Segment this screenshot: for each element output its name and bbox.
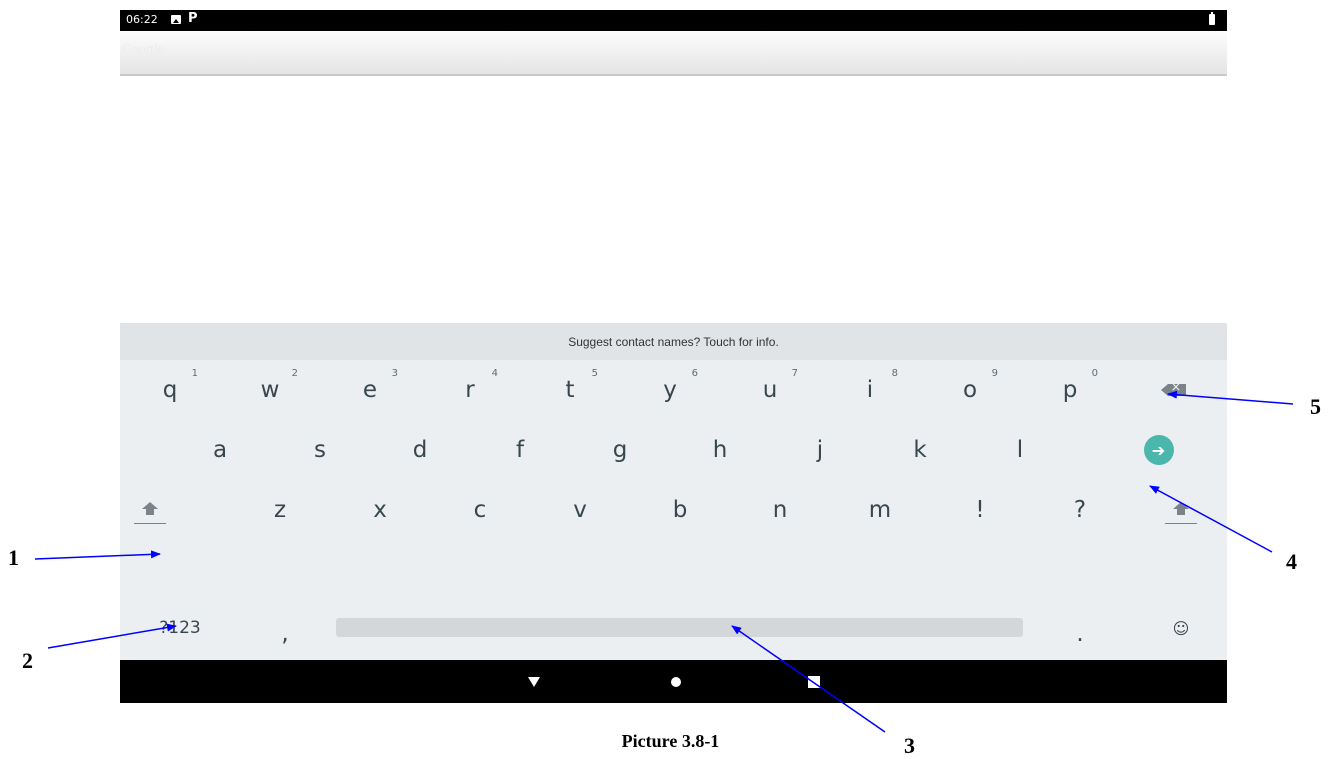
key-f[interactable]: f [470,420,570,480]
key-j[interactable]: j [770,420,870,480]
key-l[interactable]: l [970,420,1070,480]
go-key[interactable]: ➔ [1090,420,1227,480]
callout-5: 5 [1310,394,1321,419]
home-icon[interactable] [664,660,688,703]
space-bar[interactable] [336,618,1023,637]
key-p[interactable]: p0 [1020,360,1120,420]
app-bar: Google [120,31,1227,76]
shift-key-right[interactable] [1150,480,1212,540]
key-g[interactable]: g [570,420,670,480]
p-notification-icon: P [188,11,198,26]
key-c[interactable]: c [430,480,530,540]
callout-1: 1 [8,545,19,570]
key-v[interactable]: v [530,480,630,540]
key-d[interactable]: d [370,420,470,480]
key-h[interactable]: h [670,420,770,480]
emoji-icon: ☺ [1172,618,1190,638]
callout-4: 4 [1286,549,1297,574]
key-b[interactable]: b [630,480,730,540]
shift-icon [1173,501,1189,515]
callout-2: 2 [22,648,33,673]
key-period[interactable]: . [1030,604,1130,664]
key-r[interactable]: r4 [420,360,520,420]
symbols-key[interactable]: ?123 [140,598,220,658]
key-t[interactable]: t5 [520,360,620,420]
key-i[interactable]: i8 [820,360,920,420]
backspace-icon [1160,380,1186,396]
key-q[interactable]: q1 [120,360,220,420]
key-x[interactable]: x [330,480,430,540]
key-comma[interactable]: , [235,604,335,664]
key-z[interactable]: z [230,480,330,540]
key-w[interactable]: w2 [220,360,320,420]
key-question[interactable]: ? [1030,480,1130,540]
go-arrow-icon: ➔ [1143,435,1174,465]
tablet-screen: 06:22 P Google Suggest contact names? To… [120,10,1227,703]
key-exclamation[interactable]: ! [930,480,1030,540]
key-m[interactable]: m [830,480,930,540]
battery-icon [1209,12,1215,25]
emoji-key[interactable]: ☺ [1150,598,1212,658]
suggestion-strip[interactable]: Suggest contact names? Touch for info. [120,323,1227,360]
image-icon [171,15,181,24]
figure-caption: Picture 3.8-1 [621,731,720,751]
key-k[interactable]: k [870,420,970,480]
status-bar: 06:22 P [120,10,1227,31]
shift-key-left[interactable] [120,480,180,540]
shift-icon [142,501,158,515]
key-a[interactable]: a [170,420,270,480]
google-logo: Google [122,42,165,56]
key-e[interactable]: e3 [320,360,420,420]
recent-apps-icon[interactable] [802,660,826,703]
back-icon[interactable] [522,660,546,703]
status-time: 06:22 [126,13,158,26]
backspace-key[interactable] [1120,360,1227,420]
key-s[interactable]: s [270,420,370,480]
navigation-bar [120,660,1227,703]
key-n[interactable]: n [730,480,830,540]
soft-keyboard: Suggest contact names? Touch for info. q… [120,323,1227,660]
key-o[interactable]: o9 [920,360,1020,420]
key-y[interactable]: y6 [620,360,720,420]
key-u[interactable]: u7 [720,360,820,420]
